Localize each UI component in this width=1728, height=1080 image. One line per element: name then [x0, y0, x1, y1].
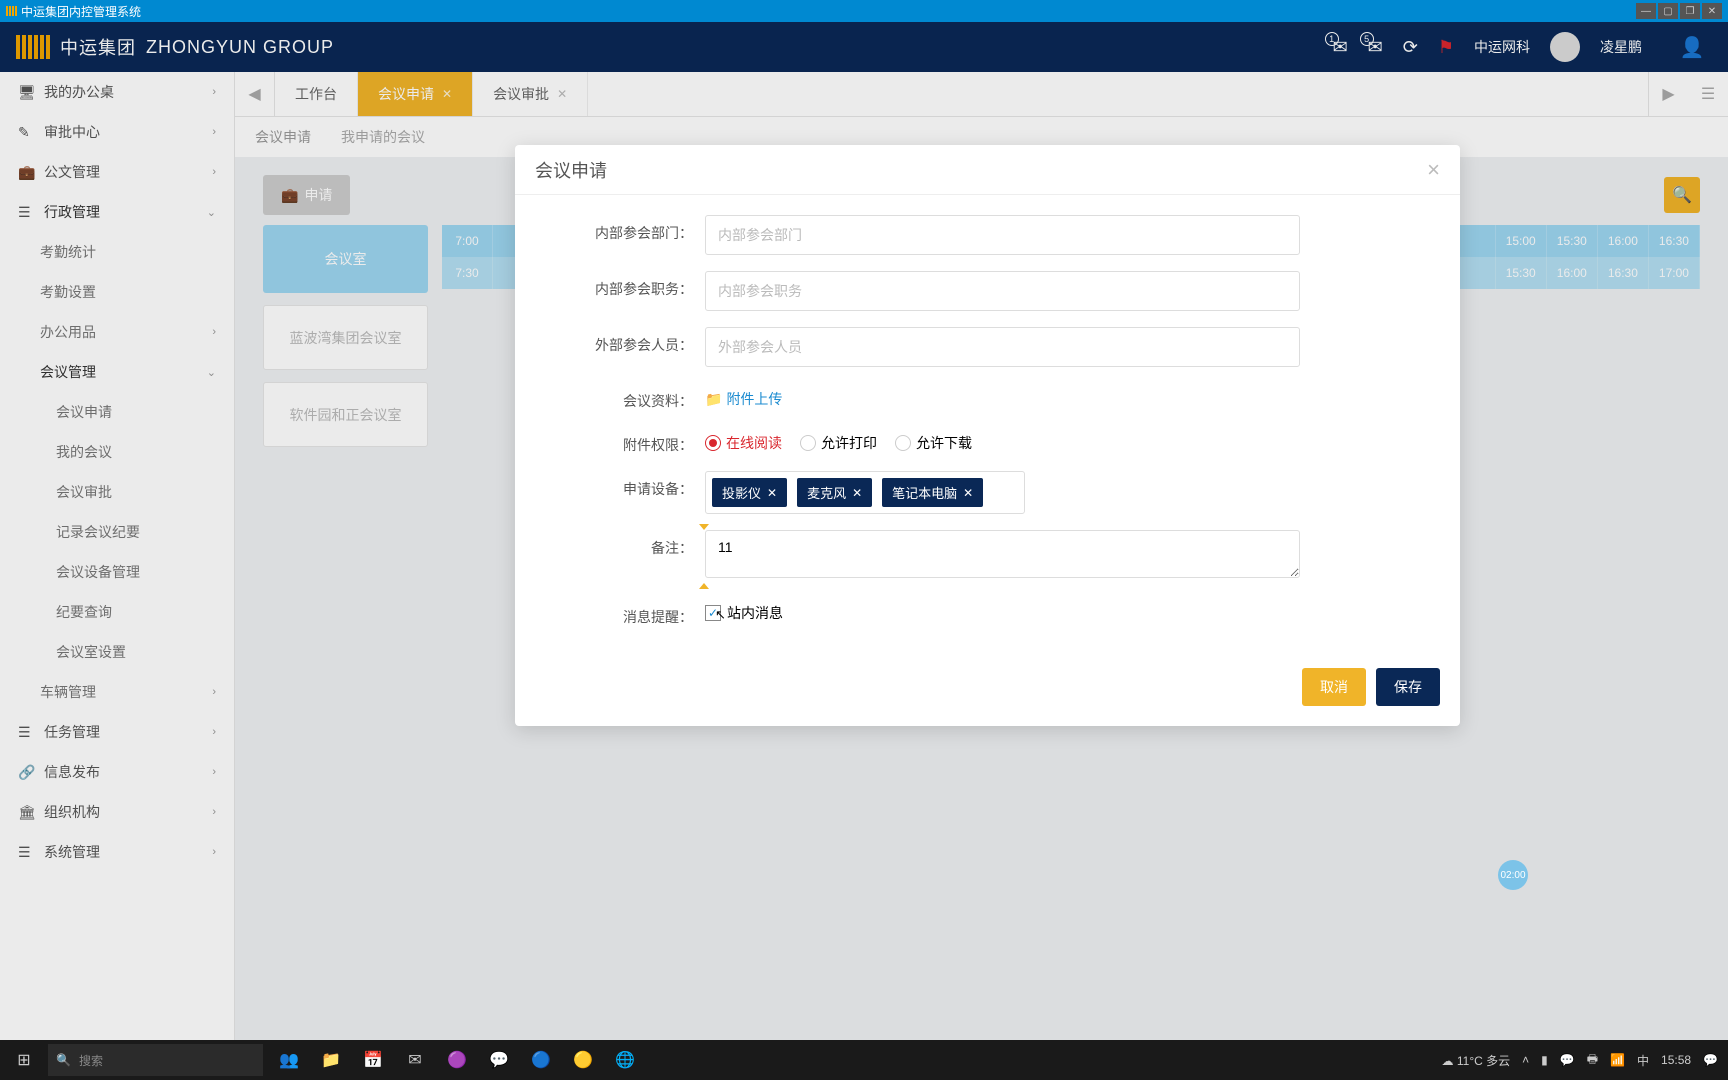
taskbar-wechat-icon[interactable]: 💬 — [479, 1040, 519, 1080]
cursor-icon: ↖ — [715, 607, 726, 623]
radio-online[interactable]: 在线阅读 — [705, 433, 782, 453]
ext-label: 外部参会人员： — [545, 327, 705, 355]
tray-printer-icon[interactable]: 🖶 — [1587, 1050, 1598, 1071]
modal-title: 会议申请 — [535, 157, 607, 183]
radio-icon — [705, 435, 721, 451]
timer-badge[interactable]: 02:00 — [1498, 860, 1528, 890]
restore-button[interactable]: ❐ — [1680, 3, 1700, 19]
window-title: 中运集团内控管理系统 — [21, 3, 141, 20]
dept-label: 内部参会部门： — [545, 215, 705, 243]
taskbar-calendar-icon[interactable]: 📅 — [353, 1040, 393, 1080]
device-label: 申请设备： — [545, 471, 705, 499]
taskbar: ⊞ 🔍搜索 👥 📁 📅 ✉ 🟣 💬 🔵 🟡 🌐 ☁ 11°C 多云 ˄ ▮ 💬 … — [0, 1040, 1728, 1080]
radio-print[interactable]: 允许打印 — [800, 433, 877, 453]
duty-label: 内部参会职务： — [545, 271, 705, 299]
tag-remove-icon[interactable]: ✕ — [767, 486, 777, 500]
remark-label: 备注： — [545, 530, 705, 558]
perm-label: 附件权限： — [545, 427, 705, 455]
tray-wifi-icon[interactable]: 📶 — [1610, 1053, 1625, 1067]
radio-download[interactable]: 允许下载 — [895, 433, 972, 453]
minimize-button[interactable]: — — [1636, 3, 1656, 19]
notice-check-label: 站内消息 — [727, 603, 783, 623]
radio-icon — [895, 435, 911, 451]
modal-close-button[interactable]: × — [1427, 157, 1440, 183]
tag-remove-icon[interactable]: ✕ — [852, 486, 862, 500]
ime-indicator[interactable]: 中 — [1637, 1052, 1649, 1069]
start-button[interactable]: ⊞ — [0, 1040, 48, 1080]
taskbar-chrome-icon[interactable]: 🌐 — [605, 1040, 645, 1080]
attach-upload-link[interactable]: 📁附件上传 — [705, 383, 1300, 409]
tag-mic: 麦克风✕ — [797, 478, 872, 507]
notification-center-icon[interactable]: 💬 — [1703, 1053, 1718, 1067]
dept-input[interactable] — [705, 215, 1300, 255]
tray-wechat-icon[interactable]: 💬 — [1560, 1053, 1575, 1067]
taskbar-mail-icon[interactable]: ✉ — [395, 1040, 435, 1080]
device-tags[interactable]: 投影仪✕ 麦克风✕ 笔记本电脑✕ — [705, 471, 1025, 514]
notice-label: 消息提醒： — [545, 599, 705, 627]
taskbar-app3-icon[interactable]: 🟡 — [563, 1040, 603, 1080]
folder-icon: 📁 — [705, 391, 722, 408]
close-window-button[interactable]: ✕ — [1702, 3, 1722, 19]
tag-laptop: 笔记本电脑✕ — [882, 478, 983, 507]
taskbar-explorer-icon[interactable]: 📁 — [311, 1040, 351, 1080]
taskbar-people-icon[interactable]: 👥 — [269, 1040, 309, 1080]
radio-icon — [800, 435, 816, 451]
tag-projector: 投影仪✕ — [712, 478, 787, 507]
tray-chevron-icon[interactable]: ˄ — [1522, 1053, 1529, 1067]
remark-textarea[interactable] — [705, 530, 1300, 578]
meeting-apply-modal: 会议申请 × 内部参会部门： 内部参会职务： 外部参会人员： 会议资料： 📁附件… — [515, 145, 1460, 726]
window-titlebar: 中运集团内控管理系统 — ▢ ❐ ✕ — [0, 0, 1728, 22]
taskbar-search[interactable]: 🔍搜索 — [48, 1044, 263, 1076]
material-label: 会议资料： — [545, 383, 705, 411]
weather-widget[interactable]: ☁ 11°C 多云 — [1442, 1052, 1511, 1069]
taskbar-app2-icon[interactable]: 🔵 — [521, 1040, 561, 1080]
clock[interactable]: 15:58 — [1661, 1053, 1691, 1067]
search-icon: 🔍 — [56, 1053, 71, 1067]
ext-input[interactable] — [705, 327, 1300, 367]
cancel-button[interactable]: 取消 — [1302, 668, 1366, 706]
duty-input[interactable] — [705, 271, 1300, 311]
save-button[interactable]: 保存 — [1376, 668, 1440, 706]
taskbar-app1-icon[interactable]: 🟣 — [437, 1040, 477, 1080]
tray-icon[interactable]: ▮ — [1541, 1053, 1548, 1067]
titlebar-logo-icon — [6, 6, 17, 16]
triangle-marker-icon — [699, 583, 709, 589]
maximize-button[interactable]: ▢ — [1658, 3, 1678, 19]
tag-remove-icon[interactable]: ✕ — [963, 486, 973, 500]
